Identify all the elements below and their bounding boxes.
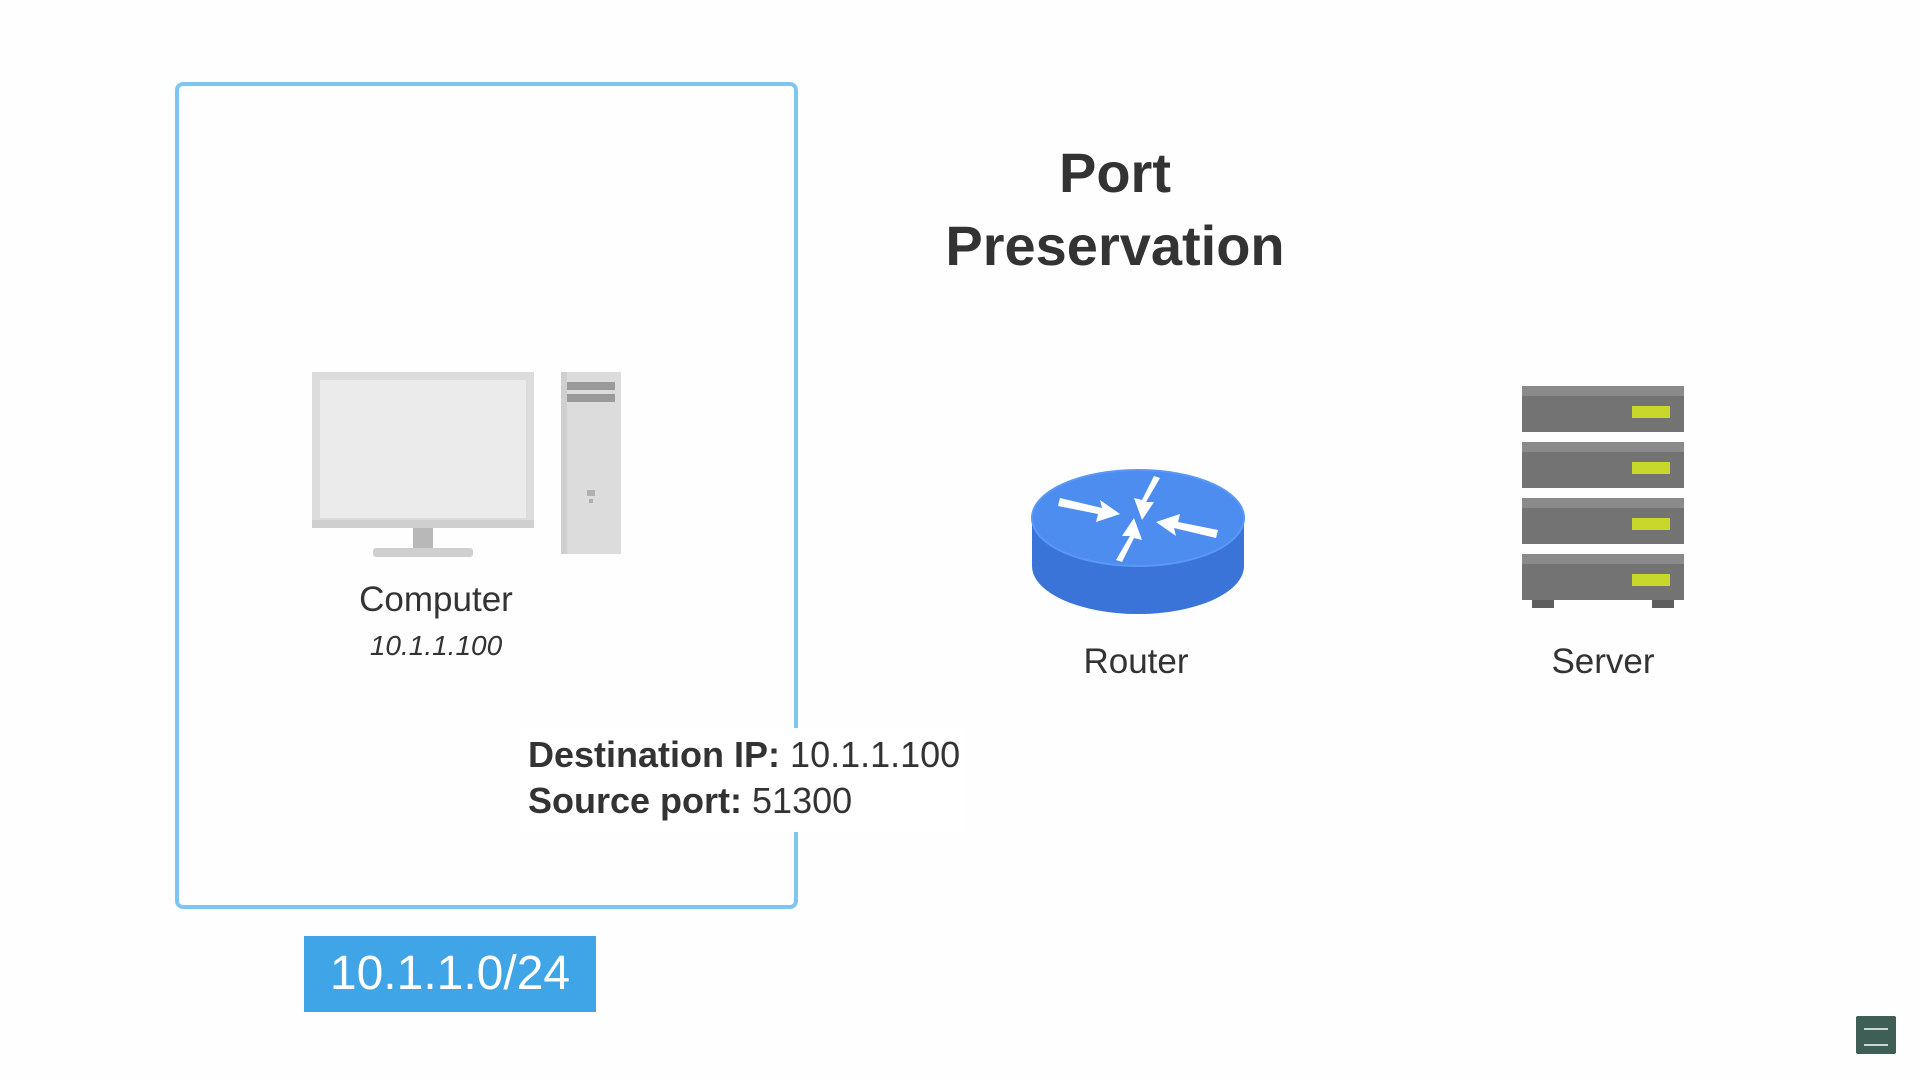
source-port-key: Source port: [528,780,743,821]
router-icon [1031,469,1245,614]
server-label: Server [1551,642,1655,681]
destination-ip-row: Destination IP: 10.1.1.100 [528,732,960,778]
title-line-2: Preservation [945,214,1285,277]
router-label: Router [1083,642,1189,681]
destination-ip-value: 10.1.1.100 [790,734,961,775]
desktop-computer-icon [312,372,621,557]
subnet-label: 10.1.1.0/24 [304,936,596,1012]
server-rack-icon [1522,386,1684,608]
diagram-canvas: 10.1.1.0/24 Port Preservation Computer 1… [0,0,1920,1080]
source-port-value: 51300 [752,780,853,821]
diagram-title: Port Preservation [860,136,1370,282]
source-port-row: Source port: 51300 [528,778,960,824]
title-line-1: Port [1059,141,1171,204]
packet-header-info: Destination IP: 10.1.1.100 Source port: … [520,728,967,832]
channel-logo-icon [1856,1016,1896,1054]
destination-ip-key: Destination IP: [528,734,781,775]
computer-ip: 10.1.1.100 [369,630,503,661]
computer-label: Computer [359,580,513,619]
